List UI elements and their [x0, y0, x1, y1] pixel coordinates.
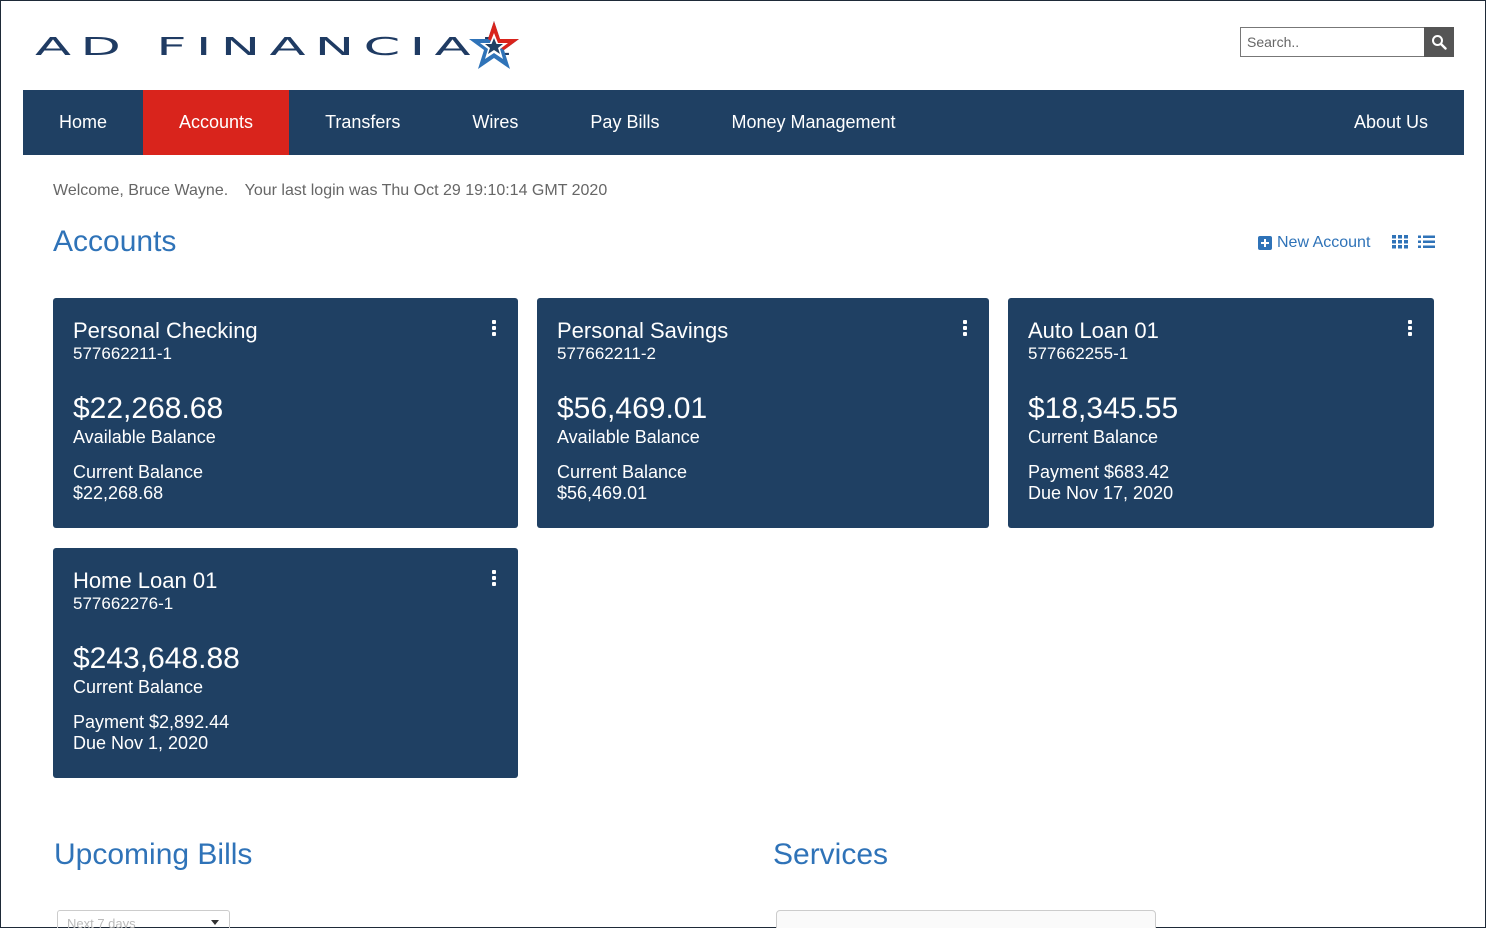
account-name: Personal Savings	[557, 318, 729, 343]
account-card-auto-loan[interactable]: Auto Loan 01 577662255-1 $18,345.55 Curr…	[1008, 298, 1434, 528]
welcome-message: Welcome, Bruce Wayne. Your last login wa…	[53, 182, 607, 200]
account-detail-line2: Due Nov 1, 2020	[73, 733, 209, 753]
list-view-icon[interactable]	[1418, 235, 1435, 249]
search-icon	[1432, 35, 1447, 50]
nav-wires[interactable]: Wires	[436, 90, 554, 155]
account-name: Home Loan 01	[73, 568, 218, 593]
nav-accounts[interactable]: Accounts	[143, 90, 290, 155]
kebab-menu-icon[interactable]	[1406, 320, 1414, 338]
account-amount-label: Available Balance	[73, 427, 216, 447]
account-amount-label: Available Balance	[557, 427, 700, 447]
account-card-home-loan[interactable]: Home Loan 01 577662276-1 $243,648.88 Cur…	[53, 548, 518, 778]
account-detail-line1: Payment $683.42	[1028, 462, 1170, 482]
bills-range-value: Next 7 days	[67, 916, 136, 928]
new-account-link[interactable]: New Account	[1258, 234, 1370, 252]
nav-money-management[interactable]: Money Management	[695, 90, 931, 155]
services-panel	[776, 910, 1156, 928]
account-name: Personal Checking	[73, 318, 258, 343]
account-detail-line1: Payment $2,892.44	[73, 712, 230, 732]
nav-home[interactable]: Home	[23, 90, 143, 155]
account-number: 577662211-2	[557, 344, 656, 363]
account-detail-line2: $22,268.68	[73, 483, 164, 503]
search-input[interactable]	[1240, 27, 1424, 57]
account-detail-line1: Current Balance	[73, 462, 204, 482]
plus-square-icon	[1258, 236, 1272, 250]
last-login: Your last login was Thu Oct 29 19:10:14 …	[244, 182, 608, 199]
account-amount: $56,469.01	[557, 392, 708, 425]
star-logo-icon	[469, 21, 519, 69]
kebab-menu-icon[interactable]	[961, 320, 969, 338]
new-account-label: New Account	[1277, 234, 1371, 251]
header: AD FINANCIAL	[1, 1, 1485, 90]
services-title: Services	[773, 838, 889, 871]
upcoming-bills-title: Upcoming Bills	[54, 838, 253, 871]
account-name: Auto Loan 01	[1028, 318, 1159, 343]
account-detail-line2: $56,469.01	[557, 483, 648, 503]
account-amount: $18,345.55	[1028, 392, 1179, 425]
grid-view-icon[interactable]	[1392, 235, 1408, 249]
account-amount: $22,268.68	[73, 392, 224, 425]
account-number: 577662211-1	[73, 344, 172, 363]
welcome-greeting: Welcome, Bruce Wayne.	[53, 182, 229, 199]
account-number: 577662276-1	[73, 594, 174, 613]
account-card-personal-checking[interactable]: Personal Checking 577662211-1 $22,268.68…	[53, 298, 518, 528]
chevron-down-icon	[211, 920, 219, 925]
account-amount: $243,648.88	[73, 642, 240, 675]
account-number: 577662255-1	[1028, 344, 1129, 363]
nav-transfers[interactable]: Transfers	[289, 90, 436, 155]
account-card-personal-savings[interactable]: Personal Savings 577662211-2 $56,469.01 …	[537, 298, 989, 528]
search-button[interactable]	[1424, 27, 1454, 57]
account-amount-label: Current Balance	[73, 677, 204, 697]
brand-name: AD FINANCIAL	[35, 32, 519, 62]
account-detail-line2: Due Nov 17, 2020	[1028, 483, 1174, 503]
kebab-menu-icon[interactable]	[490, 320, 498, 338]
brand-logo[interactable]: AD FINANCIAL	[35, 19, 519, 75]
accounts-title: Accounts	[53, 225, 177, 258]
account-detail-line1: Current Balance	[557, 462, 688, 482]
search-box	[1240, 27, 1454, 57]
account-amount-label: Current Balance	[1028, 427, 1159, 447]
nav-pay-bills[interactable]: Pay Bills	[554, 90, 695, 155]
nav-about-us[interactable]: About Us	[1318, 90, 1464, 155]
kebab-menu-icon[interactable]	[490, 570, 498, 588]
bills-range-select[interactable]: Next 7 days	[57, 910, 230, 928]
main-nav: Home Accounts Transfers Wires Pay Bills …	[23, 90, 1464, 155]
